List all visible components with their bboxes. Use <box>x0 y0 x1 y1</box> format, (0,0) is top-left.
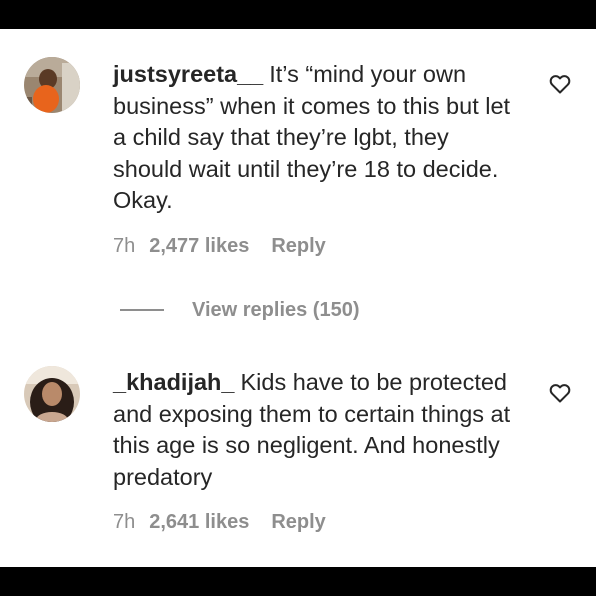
comment-2-like-button[interactable] <box>548 381 572 405</box>
avatar-photo-icon <box>24 57 80 113</box>
heart-outline-icon <box>549 75 571 94</box>
comment-1-meta: 7h 2,477 likes Reply <box>113 235 326 258</box>
comment-2-reply-button[interactable]: Reply <box>271 511 325 534</box>
view-replies-divider <box>120 309 164 311</box>
comment-2-body: _khadijah_ Kids have to be protected and … <box>113 367 523 493</box>
comment-1-reply-button[interactable]: Reply <box>271 235 325 258</box>
comment-2-avatar[interactable] <box>24 366 80 422</box>
view-replies-row[interactable]: View replies (150) <box>120 296 360 324</box>
avatar-photo-icon <box>24 366 80 422</box>
comment-1-like-button[interactable] <box>548 72 572 96</box>
heart-outline-icon <box>549 384 571 403</box>
comment-1-username[interactable]: justsyreeta__ <box>113 61 263 87</box>
comment-1-time: 7h <box>113 235 136 257</box>
top-letterbox-bar <box>0 0 596 29</box>
view-replies-button[interactable]: View replies (150) <box>192 299 360 322</box>
comment-1-avatar[interactable] <box>24 57 80 113</box>
comment-2-username[interactable]: _khadijah_ <box>113 369 234 395</box>
comment-1-likes[interactable]: 2,477 likes <box>149 235 249 258</box>
comment-2-meta: 7h 2,641 likes Reply <box>113 511 326 534</box>
comment-1-body: justsyreeta__ It’s “mind your own busines… <box>113 59 523 217</box>
comment-2-time: 7h <box>113 511 136 533</box>
bottom-letterbox-bar <box>0 567 596 596</box>
comment-2-likes[interactable]: 2,641 likes <box>149 511 249 534</box>
